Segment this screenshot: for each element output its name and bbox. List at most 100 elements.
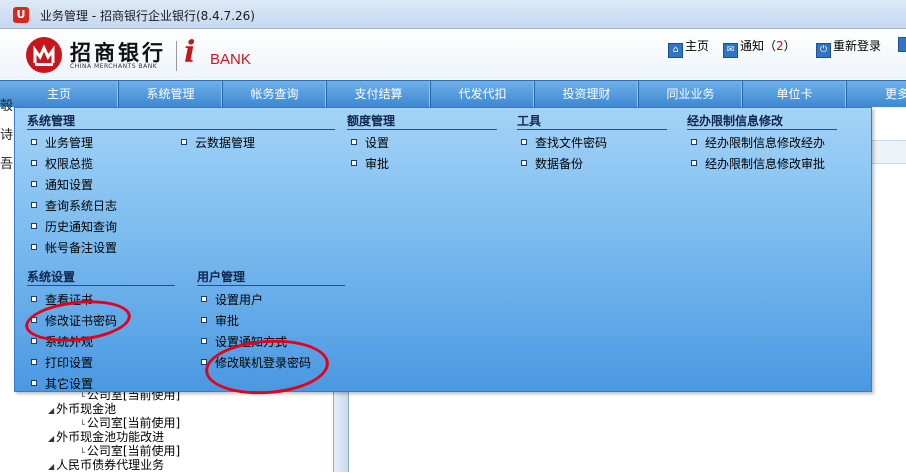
notice-link-label: 通知 xyxy=(740,39,765,53)
menu-item-label: 打印设置 xyxy=(45,356,94,370)
menu-item-limit-modify-operate[interactable]: 经办限制信息修改经办 xyxy=(691,134,825,151)
menu-item-quota-settings[interactable]: 设置 xyxy=(351,134,389,151)
bullet-icon xyxy=(31,338,37,344)
cmb-logo-icon xyxy=(26,37,62,73)
nav-more[interactable]: 更多 xyxy=(847,81,906,108)
menu-item-cloud-data[interactable]: 云数据管理 xyxy=(181,134,255,151)
ibank-word: BANK xyxy=(210,51,251,68)
menu-item-user-approval[interactable]: 审批 xyxy=(201,312,239,329)
home-link-label: 主页 xyxy=(685,39,710,53)
bullet-icon xyxy=(691,139,697,145)
menu-item-limit-modify-approve[interactable]: 经办限制信息修改审批 xyxy=(691,155,825,172)
notice-paren-close: ） xyxy=(783,39,796,53)
tree-expand-icon: ◢ xyxy=(48,434,55,443)
menu-item-label: 经办限制信息修改审批 xyxy=(705,157,826,171)
notice-count: 2 xyxy=(776,39,784,53)
menu-item-find-file-password[interactable]: 查找文件密码 xyxy=(521,134,607,151)
bullet-icon xyxy=(201,338,207,344)
exit-icon xyxy=(898,37,906,52)
menu-item-account-remarks[interactable]: 帐号备注设置 xyxy=(31,239,117,256)
section-title-operator-limit: 经办限制信息修改 xyxy=(687,112,837,130)
section-title-tools: 工具 xyxy=(517,112,667,130)
menu-item-notification-method[interactable]: 设置通知方式 xyxy=(201,333,287,350)
bullet-icon xyxy=(31,160,37,166)
bullet-icon xyxy=(201,296,207,302)
main-nav: 主页 系统管理 帐务查询 支付结算 代发代扣 投资理财 同业业务 单位卡 更多 xyxy=(0,80,906,109)
bullet-icon xyxy=(201,317,207,323)
nav-interbank[interactable]: 同业业务 xyxy=(639,81,743,108)
tree-node[interactable]: ◢ 人民币债券代理业务 xyxy=(48,456,164,473)
menu-item-label: 设置通知方式 xyxy=(215,335,288,349)
menu-item-data-backup[interactable]: 数据备份 xyxy=(521,155,583,172)
app-icon: U xyxy=(13,7,29,23)
menu-item-change-login-password[interactable]: 修改联机登录密码 xyxy=(201,354,311,371)
menu-item-label: 设置用户 xyxy=(215,293,264,307)
cut-text-1: 彀 xyxy=(0,99,14,114)
brand-name-en: CHINA MERCHANTS BANK xyxy=(70,63,158,70)
menu-item-other-settings[interactable]: 其它设置 xyxy=(31,375,93,392)
logo-divider xyxy=(176,41,177,71)
menu-item-system-log[interactable]: 查询系统日志 xyxy=(31,197,117,214)
menu-item-label: 数据备份 xyxy=(535,157,584,171)
bullet-icon xyxy=(181,139,187,145)
nav-payment-settlement[interactable]: 支付结算 xyxy=(327,81,431,108)
bullet-icon xyxy=(31,181,37,187)
bullet-icon xyxy=(351,160,357,166)
menu-item-label: 历史通知查询 xyxy=(45,220,118,234)
system-management-dropdown: 系统管理 业务管理 权限总揽 通知设置 查询系统日志 历史通知查询 帐号备注设置… xyxy=(14,107,872,399)
menu-item-label: 系统外观 xyxy=(45,335,94,349)
menu-item-label: 云数据管理 xyxy=(195,136,256,150)
notice-paren-open: （ xyxy=(764,39,777,53)
menu-item-label: 查看证书 xyxy=(45,293,94,307)
menu-item-label: 查找文件密码 xyxy=(535,136,608,150)
header: 招商银行 CHINA MERCHANTS BANK i BANK ⌂ 主页 ✉ 通知… xyxy=(0,29,906,79)
right-toolbar-strip xyxy=(871,140,906,164)
bullet-icon xyxy=(31,296,37,302)
bullet-icon xyxy=(31,380,37,386)
bullet-icon xyxy=(31,244,37,250)
ibank-i: i xyxy=(184,35,196,70)
menu-item-label: 帐号备注设置 xyxy=(45,241,118,255)
menu-item-label: 修改联机登录密码 xyxy=(215,356,312,370)
menu-item-label: 修改证书密码 xyxy=(45,314,118,328)
cut-text-2: 诗 xyxy=(0,128,14,143)
menu-item-label: 审批 xyxy=(215,314,240,328)
menu-item-notification-settings[interactable]: 通知设置 xyxy=(31,176,93,193)
menu-item-label: 通知设置 xyxy=(45,178,94,192)
home-link[interactable]: ⌂ 主页 xyxy=(668,37,709,58)
cut-text-3: 吾 xyxy=(0,157,14,172)
section-title-system-management: 系统管理 xyxy=(27,112,335,130)
nav-account-query[interactable]: 帐务查询 xyxy=(223,81,327,108)
notice-icon: ✉ xyxy=(723,43,738,58)
tree-expand-icon: ◢ xyxy=(48,406,55,415)
bullet-icon xyxy=(691,160,697,166)
nav-system-management[interactable]: 系统管理 xyxy=(119,81,223,108)
menu-item-permissions-overview[interactable]: 权限总揽 xyxy=(31,155,93,172)
menu-item-label: 其它设置 xyxy=(45,377,94,391)
menu-item-label: 设置 xyxy=(365,136,390,150)
menu-item-system-appearance[interactable]: 系统外观 xyxy=(31,333,93,350)
menu-item-quota-approval[interactable]: 审批 xyxy=(351,155,389,172)
menu-item-notification-history[interactable]: 历史通知查询 xyxy=(31,218,117,235)
nav-home[interactable]: 主页 xyxy=(0,81,119,108)
menu-item-label: 权限总揽 xyxy=(45,157,94,171)
menu-item-label: 业务管理 xyxy=(45,136,94,150)
notice-link[interactable]: ✉ 通知（2） xyxy=(723,37,796,58)
power-icon: ⏻ xyxy=(816,43,831,58)
nav-investment[interactable]: 投资理财 xyxy=(535,81,639,108)
menu-item-view-certificate[interactable]: 查看证书 xyxy=(31,291,93,308)
bullet-icon xyxy=(351,139,357,145)
menu-item-print-settings[interactable]: 打印设置 xyxy=(31,354,93,371)
section-title-quota: 额度管理 xyxy=(347,112,497,130)
menu-item-change-certificate-password[interactable]: 修改证书密码 xyxy=(31,312,117,329)
menu-item-label: 查询系统日志 xyxy=(45,199,118,213)
menu-item-label: 审批 xyxy=(365,157,390,171)
menu-item-business-management[interactable]: 业务管理 xyxy=(31,134,93,151)
nav-agency[interactable]: 代发代扣 xyxy=(431,81,535,108)
relogin-link-label: 重新登录 xyxy=(833,39,882,53)
bullet-icon xyxy=(31,359,37,365)
exit-link[interactable] xyxy=(898,37,906,53)
menu-item-set-user[interactable]: 设置用户 xyxy=(201,291,263,308)
nav-corporate-card[interactable]: 单位卡 xyxy=(743,81,847,108)
relogin-link[interactable]: ⏻ 重新登录 xyxy=(816,37,881,58)
